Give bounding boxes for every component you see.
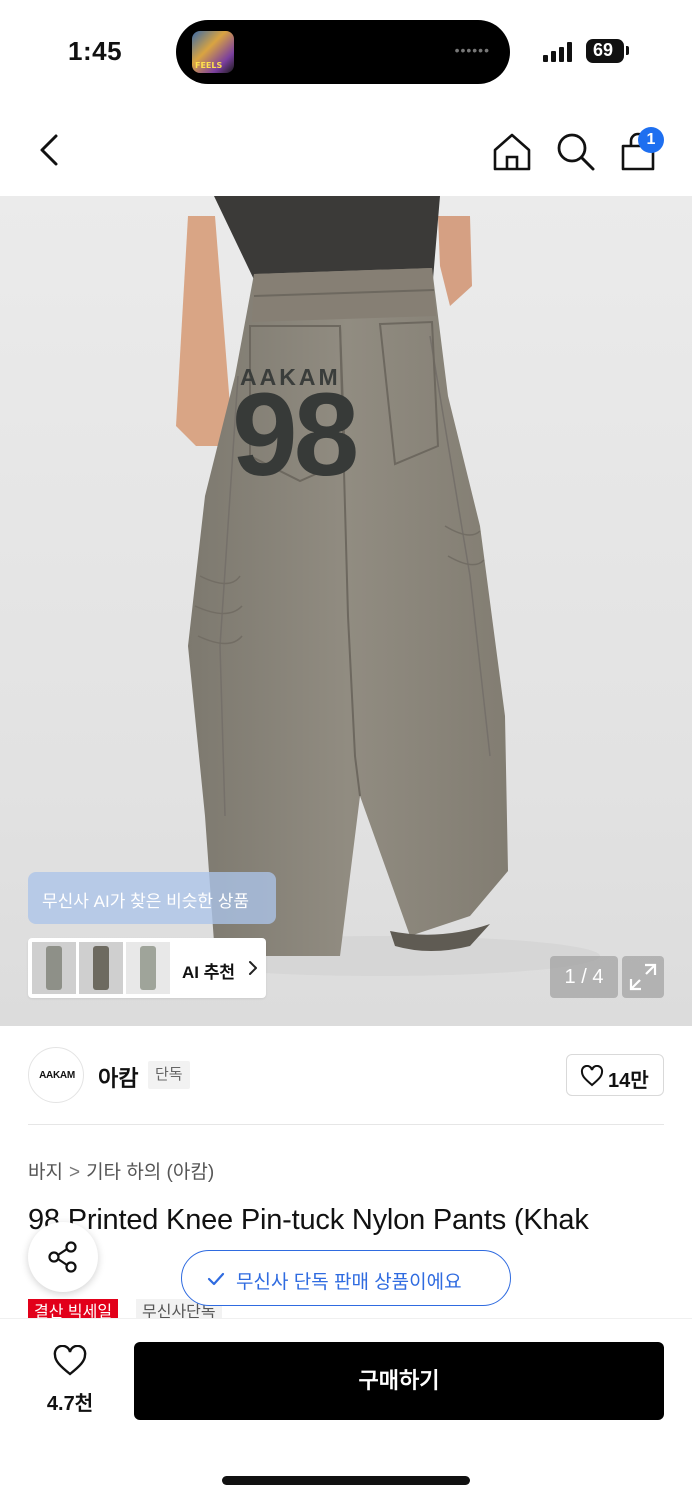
share-button[interactable] <box>28 1222 98 1292</box>
brand-logo[interactable]: AAKAM <box>28 1047 84 1103</box>
print-number-text: 98 <box>232 369 359 501</box>
ai-similar-tooltip: 무신사 AI가 찾은 비슷한 상품 <box>28 872 276 924</box>
expand-icon <box>629 963 657 991</box>
check-icon <box>207 1272 225 1286</box>
heart-outline-icon <box>53 1345 87 1376</box>
heart-outline-icon <box>580 1065 604 1087</box>
now-playing-art-label: FEELS <box>195 61 223 70</box>
image-counter: 1 / 4 <box>550 956 618 998</box>
cellular-signal-icon <box>543 42 575 62</box>
brand-name[interactable]: 아캄 <box>98 1061 138 1093</box>
audio-waveform-icon: •••••• <box>454 42 490 58</box>
ai-thumbnail[interactable] <box>32 942 76 994</box>
dynamic-island[interactable]: FEELS •••••• <box>176 20 510 84</box>
exclusive-brand-tag: 단독 <box>148 1061 190 1089</box>
status-bar: 1:45 FEELS •••••• 69 <box>0 0 692 100</box>
ai-recommend-button[interactable]: AI 추천 <box>28 938 266 998</box>
home-icon[interactable] <box>490 130 534 174</box>
brand-like-button[interactable]: 14만 <box>566 1054 664 1096</box>
ai-recommend-label: AI 추천 <box>182 963 236 982</box>
battery-level: 69 <box>592 40 614 60</box>
cart-count-badge: 1 <box>638 127 664 153</box>
battery-tip <box>626 46 629 55</box>
buy-button[interactable]: 구매하기 <box>134 1342 664 1420</box>
back-icon[interactable] <box>28 128 72 172</box>
brand-like-count: 14만 <box>608 1070 649 1092</box>
top-navigation <box>0 110 692 190</box>
chevron-right-icon <box>249 961 257 975</box>
exclusive-notice-text: 무신사 단독 판매 상품이에요 <box>236 1272 462 1293</box>
breadcrumb: 바지 > 기타 하의 (아캄) <box>28 1157 214 1184</box>
now-playing-artwork: FEELS <box>192 31 234 73</box>
wishlist-button[interactable]: 4.7천 <box>30 1345 110 1425</box>
ai-tip-text: 무신사 AI가 찾은 비슷한 상품 <box>42 892 249 911</box>
chevron-right-icon: > <box>68 1162 81 1183</box>
share-icon <box>48 1241 77 1273</box>
ai-thumbnail[interactable] <box>126 942 170 994</box>
ai-thumbnail[interactable] <box>79 942 123 994</box>
brand-logo-text: AAKAM <box>39 1070 75 1081</box>
expand-image-button[interactable] <box>622 956 664 998</box>
divider <box>28 1124 664 1125</box>
search-icon[interactable] <box>553 130 597 174</box>
breadcrumb-item-pants[interactable]: 바지 <box>28 1162 63 1183</box>
status-time: 1:45 <box>68 36 123 66</box>
home-indicator[interactable] <box>222 1476 470 1485</box>
bottom-purchase-bar: 4.7천 구매하기 <box>0 1318 692 1500</box>
exclusive-notice-pill[interactable]: 무신사 단독 판매 상품이에요 <box>181 1250 511 1306</box>
product-title: 98 Printed Knee Pin-tuck Nylon Pants (Kh… <box>28 1204 589 1236</box>
breadcrumb-item-other-bottoms[interactable]: 기타 하의 (아캄) <box>86 1162 214 1183</box>
wishlist-count: 4.7천 <box>46 1393 94 1415</box>
battery-icon: 69 <box>586 39 624 63</box>
